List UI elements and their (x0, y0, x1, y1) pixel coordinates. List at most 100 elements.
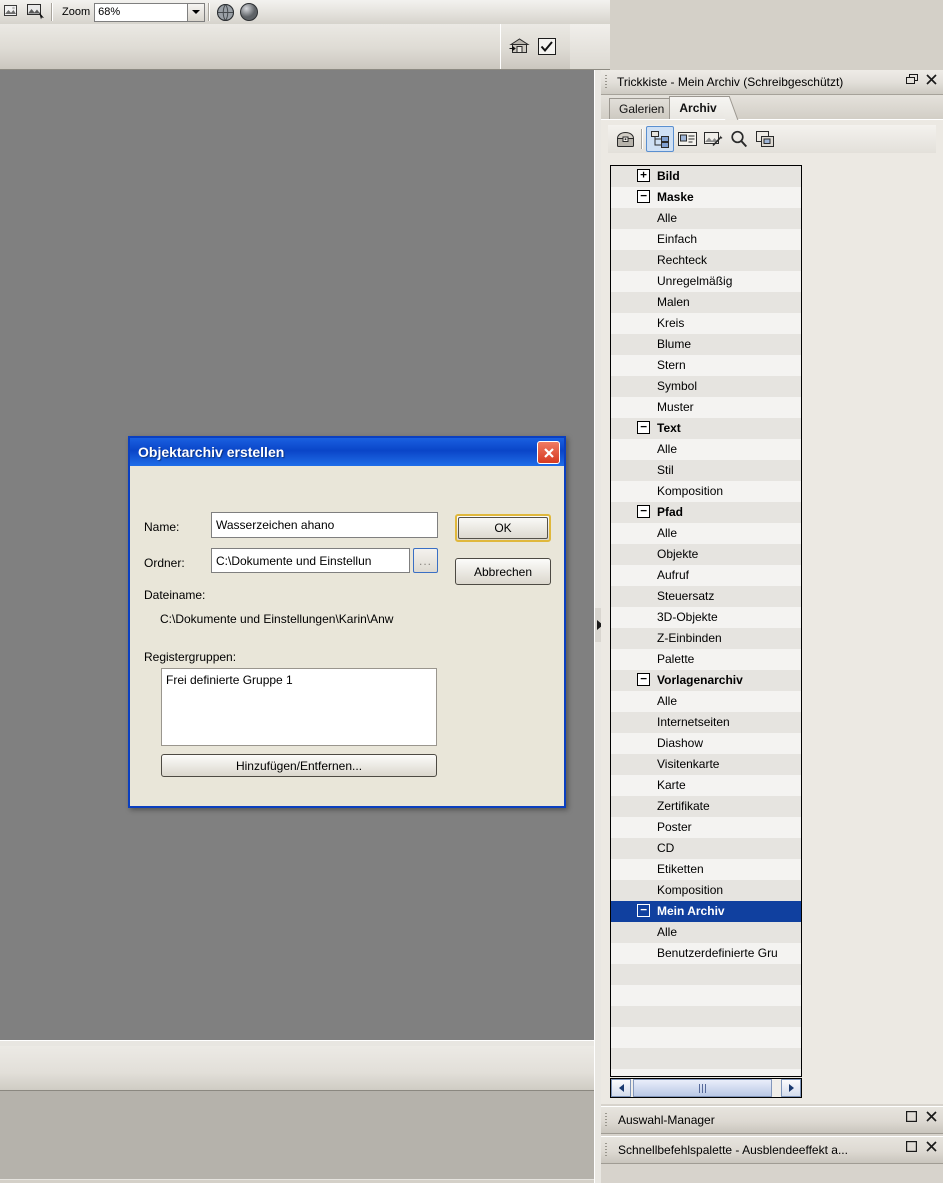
thumbnail-view-icon[interactable] (700, 127, 726, 151)
tree-item[interactable]: Alle (611, 691, 801, 712)
restore-icon[interactable] (905, 1110, 918, 1123)
tree-item-label: Benutzerdefinierte Gru (657, 946, 778, 960)
tree-item[interactable]: Blume (611, 334, 801, 355)
expand-icon[interactable]: + (637, 169, 650, 183)
tree-item[interactable]: Benutzerdefinierte Gru (611, 943, 801, 964)
tree-item[interactable]: Poster (611, 817, 801, 838)
tree-item[interactable]: Alle (611, 922, 801, 943)
tree-item[interactable]: Etiketten (611, 859, 801, 880)
name-label: Name: (144, 520, 180, 534)
tree-item[interactable]: Internetseiten (611, 712, 801, 733)
dialog-close-button[interactable] (537, 441, 560, 464)
tree-item[interactable]: Diashow (611, 733, 801, 754)
add-remove-button[interactable]: Hinzufügen/Entfernen... (161, 754, 437, 777)
tree-item[interactable]: − Text (611, 418, 801, 439)
tree-item[interactable]: Palette (611, 649, 801, 670)
close-icon[interactable] (925, 1140, 938, 1153)
tree-item[interactable]: Karte (611, 775, 801, 796)
tree-item[interactable]: Unregelmäßig (611, 271, 801, 292)
tree-item[interactable]: + Bild (611, 166, 801, 187)
tree-item[interactable]: Stil (611, 460, 801, 481)
search-icon[interactable] (726, 127, 752, 151)
name-input-value: Wasserzeichen ahano (216, 518, 335, 532)
tree-item[interactable]: Symbol (611, 376, 801, 397)
name-input[interactable]: Wasserzeichen ahano (211, 512, 438, 538)
tree-item[interactable]: Z-Einbinden (611, 628, 801, 649)
tree-item[interactable]: − Maske (611, 187, 801, 208)
dock-panel-auswahl-manager[interactable]: Auswahl-Manager (601, 1106, 943, 1134)
tree-item[interactable]: Stern (611, 355, 801, 376)
tree-item[interactable]: Alle (611, 439, 801, 460)
dock-panel-schnellbefehlspalette[interactable]: Schnellbefehlspalette - Ausblendeeffekt … (601, 1136, 943, 1164)
scrollbar-thumb[interactable] (633, 1079, 772, 1097)
checkmark-box-icon[interactable] (535, 36, 559, 58)
filename-label: Dateiname: (144, 588, 206, 602)
tree-item-label: Bild (657, 169, 680, 183)
dialog-title: Objektarchiv erstellen (138, 444, 285, 460)
archive-chest-icon[interactable] (612, 127, 638, 151)
scroll-left-button[interactable] (611, 1079, 631, 1097)
tree-item-label: Alle (657, 442, 678, 456)
tree-item[interactable]: Einfach (611, 229, 801, 250)
zoom-combo-input[interactable]: 68% (94, 2, 188, 22)
ok-button[interactable]: OK (455, 514, 551, 542)
restore-icon[interactable] (905, 1140, 918, 1153)
globe-icon[interactable] (214, 2, 236, 22)
collapse-icon[interactable]: − (637, 505, 650, 519)
tree-item[interactable]: − Mein Archiv (611, 901, 801, 922)
create-object-archive-dialog: Objektarchiv erstellen Name: Wasserzeich… (128, 436, 566, 808)
tree-item[interactable]: − Pfad (611, 502, 801, 523)
sphere-icon[interactable] (238, 2, 260, 22)
tree-item-label: Alle (657, 694, 678, 708)
copy-icon[interactable] (752, 127, 778, 151)
tab-galerien[interactable]: Galerien (609, 98, 676, 119)
collapse-icon[interactable]: − (637, 673, 650, 687)
tree-item[interactable]: Muster (611, 397, 801, 418)
tree-item-label: Etiketten (657, 862, 704, 876)
registergruppen-listbox[interactable]: Frei definierte Gruppe 1 (161, 668, 437, 746)
tree-item[interactable]: Objekte (611, 544, 801, 565)
browse-folder-button[interactable]: ... (413, 548, 438, 573)
drag-grip-icon[interactable] (605, 1143, 612, 1157)
archive-import-icon[interactable] (507, 36, 531, 58)
tree-view-icon[interactable] (646, 126, 674, 152)
tree-item[interactable]: 3D-Objekte (611, 607, 801, 628)
drag-grip-icon[interactable] (605, 1113, 612, 1127)
tree-item[interactable]: CD (611, 838, 801, 859)
collapse-icon[interactable]: − (637, 904, 650, 918)
close-icon[interactable] (925, 1110, 938, 1123)
tree-item[interactable]: Alle (611, 523, 801, 544)
dock-panel-title: Schnellbefehlspalette - Ausblendeeffekt … (618, 1143, 848, 1157)
restore-icon[interactable] (905, 73, 918, 86)
tree-item[interactable]: Komposition (611, 880, 801, 901)
collapse-icon[interactable]: − (637, 421, 650, 435)
folder-input[interactable]: C:\Dokumente und Einstellun (211, 548, 410, 573)
tree-item[interactable]: Zertifikate (611, 796, 801, 817)
tree-item[interactable]: Visitenkarte (611, 754, 801, 775)
dialog-titlebar[interactable]: Objektarchiv erstellen (130, 438, 564, 466)
drag-grip-icon[interactable] (605, 75, 612, 89)
tree-item-label: Internetseiten (657, 715, 730, 729)
list-item[interactable]: Frei definierte Gruppe 1 (166, 673, 436, 687)
application-window: Zoom 68% Trickkiste - Mein Archiv (Schre… (0, 0, 943, 1183)
tree-item[interactable]: Alle (611, 208, 801, 229)
archive-tree[interactable]: + Bild − Maske Alle Einfach Rechteck Unregelmäß… (610, 165, 802, 1077)
tab-archiv[interactable]: Archiv (669, 96, 728, 119)
tree-item[interactable]: Malen (611, 292, 801, 313)
tree-item[interactable]: Kreis (611, 313, 801, 334)
scroll-right-button[interactable] (781, 1079, 801, 1097)
tree-item[interactable]: Aufruf (611, 565, 801, 586)
tree-horizontal-scrollbar[interactable] (610, 1078, 802, 1098)
collapse-icon[interactable]: − (637, 190, 650, 204)
image-tool-icon[interactable] (1, 2, 23, 22)
tree-item[interactable]: Steuersatz (611, 586, 801, 607)
tree-item[interactable]: − Vorlagenarchiv (611, 670, 801, 691)
details-view-icon[interactable] (674, 127, 700, 151)
archive-tabstrip: Galerien Archiv (601, 95, 943, 119)
zoom-dropdown-button[interactable] (187, 2, 206, 22)
tree-item[interactable]: Rechteck (611, 250, 801, 271)
crop-tool-icon[interactable] (25, 2, 47, 22)
tree-item[interactable]: Komposition (611, 481, 801, 502)
cancel-button[interactable]: Abbrechen (455, 558, 551, 585)
close-icon[interactable] (925, 73, 938, 86)
